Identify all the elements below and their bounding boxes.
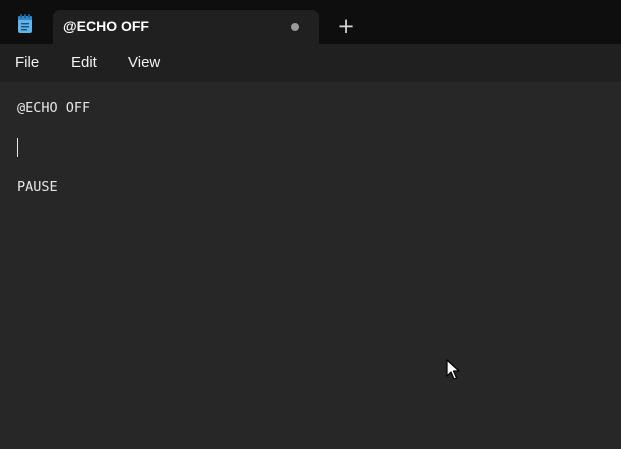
notepad-icon xyxy=(18,14,32,33)
menu-edit[interactable]: Edit xyxy=(71,54,97,71)
unsaved-dot-icon[interactable] xyxy=(291,23,299,31)
new-tab-button[interactable]: + xyxy=(332,16,360,38)
mouse-pointer-icon xyxy=(446,359,460,380)
text-caret xyxy=(17,138,18,157)
title-bar: @ECHO OFF + xyxy=(0,0,621,44)
menu-file[interactable]: File xyxy=(15,54,39,71)
plus-icon: + xyxy=(337,14,355,38)
editor-line-1: @ECHO OFF xyxy=(17,100,91,116)
menu-view[interactable]: View xyxy=(128,54,160,71)
tab-echo-off[interactable]: @ECHO OFF xyxy=(53,10,319,44)
text-editor[interactable]: @ECHO OFF PAUSE xyxy=(0,82,621,449)
editor-line-3: PAUSE xyxy=(17,179,58,195)
notepad-window: @ECHO OFF + File Edit View @ECHO OFF PAU… xyxy=(0,0,621,449)
menu-bar: File Edit View xyxy=(0,44,621,82)
tab-title: @ECHO OFF xyxy=(63,18,149,34)
